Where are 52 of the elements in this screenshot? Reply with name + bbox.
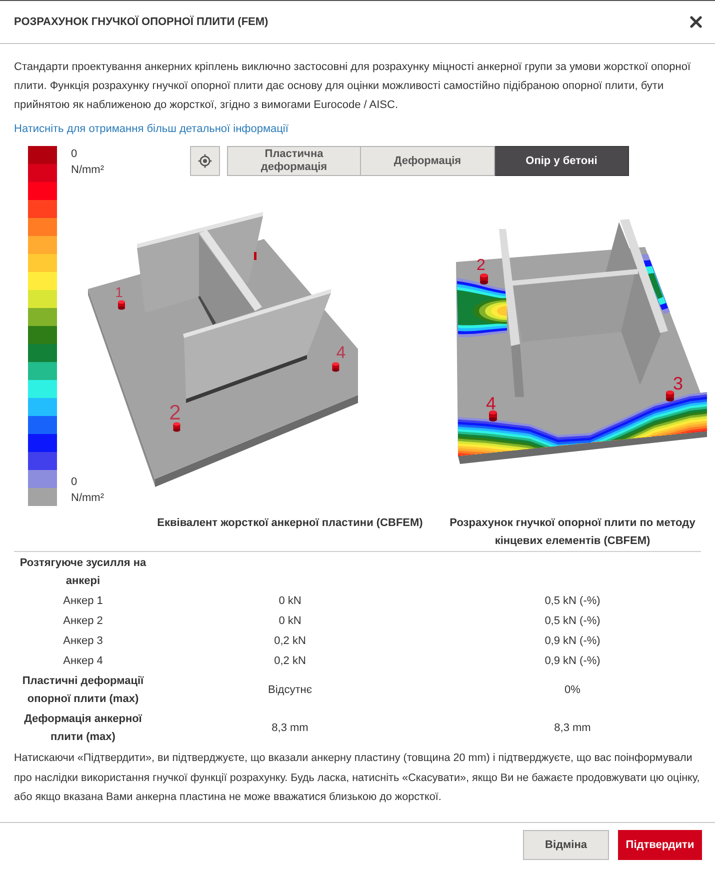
anchor-number: 3 [673, 373, 683, 394]
row-label: Пластичні деформації опорної плити (max) [22, 675, 144, 705]
table-cell: 0,9 kN (-%) [544, 635, 600, 647]
table-cell: 0% [564, 684, 580, 696]
anchor-bolt [666, 390, 674, 402]
row-label: Анкер 3 [63, 635, 103, 647]
anchor-number: 4 [486, 393, 496, 414]
table-cell: 0 kN [278, 615, 302, 627]
confirmation-text: Натискаючи «Підтвердити», ви підтверджуєте, що вказали анкерну пластину (товщина 20 mm) і підтверджуєте, що вас поінформували про наслідки використання гнучкої функції розрахунку. Будь ласка, натисніть «Скасувати», якщо Ви не бажаєте продовжувати цю оцінку, або якщо вказана Вами анкерна пластина не може вважатися близькою до жорсткої. [14, 751, 701, 805]
table-cell: 8,3 mm [554, 722, 591, 734]
view-tab[interactable]: Опір у бетоні [495, 146, 629, 176]
table-cell: Відсутнє [268, 684, 312, 696]
table-cell: 0,2 kN [274, 655, 306, 667]
row-label: Анкер 2 [63, 615, 103, 627]
cancel-button[interactable]: Відміна [523, 830, 609, 860]
locate-button[interactable] [190, 146, 220, 176]
anchor-bolt [254, 252, 256, 260]
table-cell: 0 kN [278, 595, 302, 607]
scale-unit: N/mm² [71, 163, 104, 178]
intro-text: Стандарти проектування анкерних кріплень виключно застосовні для розрахунку міцності анкерної групи за умови жорсткої опорної плити. Функція розрахунку гнучкої опорної плити дає основу для оцінки можливості самостійно підібраною опорної плити, бути прийнятою як наближеною до жорсткої, згідно з вимогами Eurocode / AISC. [14, 60, 692, 113]
anchor-bolt [173, 422, 180, 432]
view-tab[interactable]: Деформація [361, 146, 495, 176]
scale-value: 0 [71, 147, 78, 162]
row-label: Анкер 1 [63, 595, 103, 607]
dialog-title: РОЗРАХУНОК ГНУЧКОЇ ОПОРНОЇ ПЛИТИ (FEM) [14, 16, 268, 28]
anchor-number: 4 [336, 343, 346, 362]
target-icon [198, 154, 212, 168]
view-tab[interactable]: Пластична деформація [227, 146, 361, 176]
anchor-number: 2 [169, 402, 181, 425]
table-cell: 0,5 kN (-%) [544, 615, 600, 627]
row-label: Деформація анкерної плити (max) [24, 713, 142, 743]
confirm-button[interactable]: Підтвердити [618, 830, 702, 860]
close-button[interactable] [690, 16, 702, 28]
column-header: Розрахунок гнучкої опорної плити по методу кінцевих елементів (CBFEM) [450, 517, 696, 547]
stress-contour [457, 278, 507, 338]
row-label: Анкер 4 [63, 655, 103, 667]
anchor-bolt [480, 274, 488, 284]
anchor-number: 2 [476, 256, 486, 274]
table-cell: 0,5 kN (-%) [544, 595, 600, 607]
scale-value: 0 [71, 475, 78, 490]
anchor-bolt [118, 300, 125, 310]
table-cell: 8,3 mm [272, 722, 308, 734]
scale-unit: N/mm² [71, 491, 104, 506]
details-link[interactable]: Натисніть для отримання більш детальної інформації [14, 120, 288, 139]
anchor-bolt [489, 410, 497, 422]
anchor-bolt [332, 362, 340, 372]
anchor-number: 1 [115, 284, 123, 300]
column-header: Еквівалент жорсткої анкерної пластини (CBFEM) [157, 517, 423, 529]
table-cell: 0,9 kN (-%) [544, 655, 600, 667]
close-icon [690, 16, 702, 28]
row-label: Розтягуюче зусилля на анкері [20, 557, 146, 587]
table-cell: 0,2 kN [274, 635, 306, 647]
